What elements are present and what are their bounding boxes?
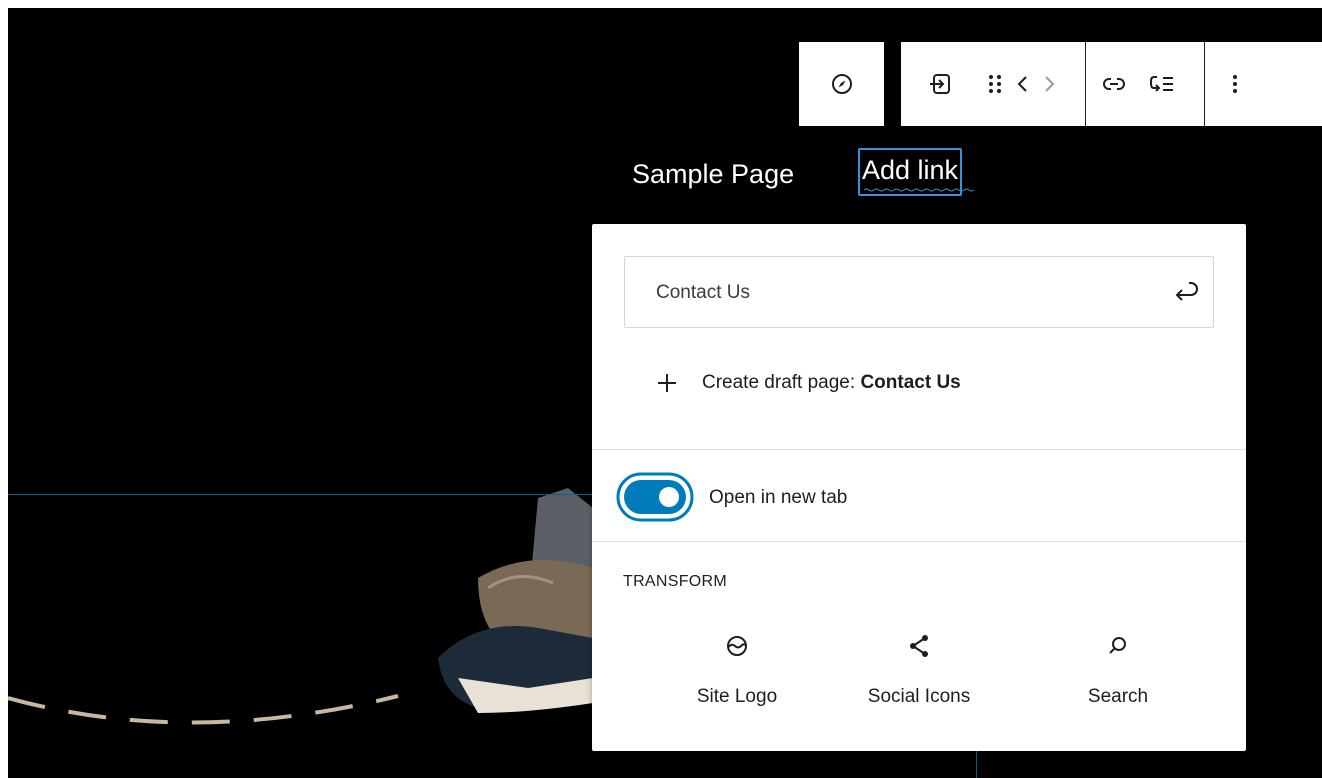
add-submenu-icon xyxy=(1150,76,1173,92)
link-control-popover: Contact Us Create draft page: Contact Us… xyxy=(592,224,1246,751)
link-button[interactable] xyxy=(1086,42,1142,126)
enter-icon xyxy=(1175,282,1198,301)
divider xyxy=(592,541,1246,542)
open-in-new-tab-toggle[interactable] xyxy=(616,472,694,522)
editor-canvas: Sample Page Add link Contact Us Create d… xyxy=(8,8,1322,778)
submit-button[interactable] xyxy=(1167,275,1201,309)
nav-item-label: Sample Page xyxy=(632,159,795,189)
nav-item-add-link[interactable]: Add link xyxy=(858,148,974,196)
plus-icon xyxy=(658,374,676,392)
toolbar-group-navigation xyxy=(799,42,884,126)
convert-to-submenu-button[interactable] xyxy=(901,42,981,126)
move-right-button[interactable] xyxy=(1035,42,1065,126)
search-icon xyxy=(1109,637,1126,654)
transform-label: Search xyxy=(1087,686,1149,707)
transform-heading: TRANSFORM xyxy=(623,573,728,590)
submenu-icon xyxy=(930,74,950,94)
compass-icon xyxy=(831,74,852,94)
block-toolbar xyxy=(901,42,1322,126)
link-search-input[interactable]: Contact Us xyxy=(624,256,1214,328)
spellcheck-underline xyxy=(864,188,974,192)
share-icon xyxy=(910,635,928,657)
background-illustration xyxy=(8,488,593,725)
transform-label: Social Icons xyxy=(867,686,971,707)
move-left-button[interactable] xyxy=(1009,42,1035,126)
block-guide-horizontal xyxy=(8,494,593,495)
nav-item-label: Add link xyxy=(862,155,959,185)
site-logo-icon xyxy=(727,636,747,656)
compass-button[interactable] xyxy=(799,42,884,126)
create-draft-prefix: Create draft page: xyxy=(702,372,856,393)
transform-social-icons[interactable]: Social Icons xyxy=(829,634,1009,708)
divider xyxy=(592,449,1246,450)
transform-site-logo[interactable]: Site Logo xyxy=(647,634,827,708)
transform-label: Site Logo xyxy=(696,686,778,707)
open-in-new-tab-label: Open in new tab xyxy=(709,487,848,508)
add-submenu-button[interactable] xyxy=(1142,42,1182,126)
more-options-icon xyxy=(1233,75,1237,93)
toggle-switch xyxy=(616,472,694,522)
chevron-right-icon xyxy=(1045,76,1055,92)
drag-handle[interactable] xyxy=(981,42,1009,126)
chevron-left-icon xyxy=(1017,76,1027,92)
create-draft-page-name: Contact Us xyxy=(860,372,961,393)
link-search-value: Contact Us xyxy=(656,282,750,303)
transform-search[interactable]: Search xyxy=(1028,634,1208,708)
more-options-button[interactable] xyxy=(1205,42,1265,126)
nav-item-sample-page[interactable]: Sample Page xyxy=(632,156,794,192)
link-icon xyxy=(1103,78,1125,90)
drag-handle-icon xyxy=(989,75,1001,93)
create-draft-page-option[interactable]: Create draft page: Contact Us xyxy=(656,372,961,394)
